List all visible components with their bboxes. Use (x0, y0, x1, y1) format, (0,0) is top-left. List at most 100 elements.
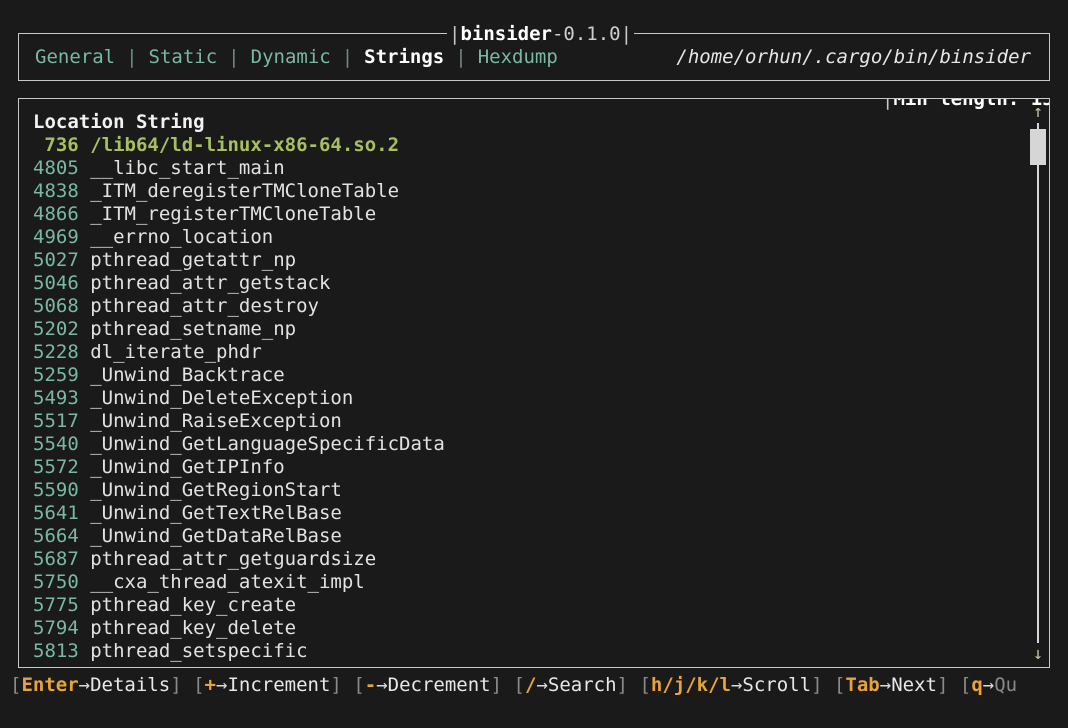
key-hint-qu[interactable]: [q→Qu (960, 674, 1017, 696)
table-row[interactable]: 5794 pthread_key_delete (33, 617, 1049, 640)
hint-label: Search (547, 674, 617, 696)
table-row[interactable]: 5590 _Unwind_GetRegionStart (33, 479, 1049, 502)
hint-label: Next (891, 674, 937, 696)
row-location: 5068 (33, 295, 79, 317)
hint-bracket-close: ] (936, 674, 949, 696)
table-row[interactable]: 4969 __errno_location (33, 226, 1049, 249)
hint-gap (948, 674, 959, 696)
hint-bracket-close: ] (170, 674, 182, 696)
row-string: pthread_attr_getguardsize (90, 548, 377, 570)
hint-gap (502, 674, 513, 696)
row-string: _ITM_registerTMCloneTable (90, 203, 377, 225)
row-string: _Unwind_GetTextRelBase (90, 502, 342, 524)
row-location: 4969 (33, 226, 79, 248)
hint-label: Scroll (742, 674, 812, 696)
hint-gap (823, 674, 834, 696)
row-string: __libc_start_main (90, 157, 285, 179)
hint-label: Decrement (387, 674, 491, 696)
row-string: pthread_attr_getstack (90, 272, 331, 294)
table-row[interactable]: 5687 pthread_attr_getguardsize (33, 548, 1049, 571)
scroll-up-arrow-icon[interactable]: ↑ (1033, 103, 1043, 121)
hint-bracket-close: ] (490, 674, 503, 696)
table-row[interactable]: 4838 _ITM_deregisterTMCloneTable (33, 180, 1049, 203)
table-row[interactable]: 5641 _Unwind_GetTextRelBase (33, 502, 1049, 525)
row-string: /lib64/ld-linux-x86-64.so.2 (90, 134, 400, 156)
hint-arrow-icon: → (216, 674, 228, 696)
row-location: 5687 (33, 548, 79, 570)
hint-bracket-open: [ (513, 674, 525, 696)
hint-label: Increment (227, 674, 331, 696)
tab-hexdump[interactable]: Hexdump (476, 46, 560, 68)
min-length-value: Min length: 15 (893, 98, 1050, 110)
row-string: _Unwind_DeleteException (90, 387, 354, 409)
table-row[interactable]: 5517 _Unwind_RaiseException (33, 410, 1049, 433)
hint-gap (182, 674, 193, 696)
hint-key: Tab (845, 674, 880, 696)
hint-arrow-icon: → (730, 674, 743, 696)
key-hint-details[interactable]: [Enter→Details] (10, 674, 182, 696)
row-location: 5664 (33, 525, 79, 547)
table-row[interactable]: 5228 dl_iterate_phdr (33, 341, 1049, 364)
table-row[interactable]: 5027 pthread_getattr_np (33, 249, 1049, 272)
table-row[interactable]: 5493 _Unwind_DeleteException (33, 387, 1049, 410)
table-row[interactable]: 5813 pthread_setspecific (33, 640, 1049, 663)
table-row[interactable]: 5750 __cxa_thread_atexit_impl (33, 571, 1049, 594)
row-string: pthread_key_create (90, 594, 297, 616)
row-location: 5813 (33, 640, 79, 662)
table-row[interactable]: 5775 pthread_key_create (33, 594, 1049, 617)
tab-separator: | (455, 46, 467, 68)
hint-bracket-open: [ (193, 674, 205, 696)
table-row[interactable]: 5202 pthread_setname_np (33, 318, 1049, 341)
table-row[interactable]: 4866 _ITM_registerTMCloneTable (33, 203, 1049, 226)
tab-dynamic[interactable]: Dynamic (249, 46, 333, 68)
table-row[interactable]: 5540 _Unwind_GetLanguageSpecificData (33, 433, 1049, 456)
scroll-down-arrow-icon[interactable]: ↓ (1033, 645, 1043, 663)
min-length-badge[interactable]: |Min length: 15| (881, 98, 1050, 111)
row-string: _Unwind_GetRegionStart (90, 479, 342, 501)
tab-static[interactable]: Static (147, 46, 220, 68)
table-row[interactable]: 5664 _Unwind_GetDataRelBase (33, 525, 1049, 548)
scrollbar[interactable]: ↑ ↓ (1030, 103, 1046, 663)
hint-arrow-icon: → (78, 674, 91, 696)
table-row[interactable]: 5259 _Unwind_Backtrace (33, 364, 1049, 387)
table-row[interactable]: 5046 pthread_attr_getstack (33, 272, 1049, 295)
hint-key: - (364, 674, 377, 696)
row-string: dl_iterate_phdr (90, 341, 262, 363)
row-location: 5046 (33, 272, 79, 294)
hint-gap (628, 674, 639, 696)
strings-panel: |Min length: 15| Location String 736 /li… (18, 98, 1050, 668)
key-hint-next[interactable]: [Tab→Next] (834, 674, 948, 696)
key-hint-scroll[interactable]: [h/j/k/l→Scroll] (639, 674, 822, 696)
scrollbar-track[interactable] (1030, 123, 1046, 643)
row-string: _Unwind_GetDataRelBase (90, 525, 342, 547)
hint-key: Enter (21, 674, 79, 696)
row-location: 5517 (33, 410, 79, 432)
row-location: 5027 (33, 249, 79, 271)
table-row[interactable]: 5572 _Unwind_GetIPInfo (33, 456, 1049, 479)
row-location: 5572 (33, 456, 79, 478)
table-row[interactable]: 5068 pthread_attr_destroy (33, 295, 1049, 318)
hint-bracket-close: ] (616, 674, 628, 696)
key-hint-decrement[interactable]: [-→Decrement] (353, 674, 502, 696)
row-location: 4866 (33, 203, 79, 225)
scrollbar-thumb[interactable] (1030, 129, 1046, 165)
hint-key: h/j/k/l (650, 674, 731, 696)
key-hint-search[interactable]: [/→Search] (514, 674, 628, 696)
tab-separator: | (228, 46, 240, 68)
hint-key: + (204, 674, 216, 696)
table-row[interactable]: 736 /lib64/ld-linux-x86-64.so.2 (33, 134, 1049, 157)
row-string: _Unwind_GetIPInfo (90, 456, 285, 478)
strings-list-wrapper[interactable]: Location String 736 /lib64/ld-linux-x86-… (19, 99, 1049, 667)
row-string: _Unwind_RaiseException (90, 410, 342, 432)
tab-strings[interactable]: Strings (362, 46, 446, 68)
hint-bracket-close: ] (811, 674, 823, 696)
row-location: 5750 (33, 571, 79, 593)
key-hint-increment[interactable]: [+→Increment] (193, 674, 342, 696)
row-location: 736 (44, 134, 79, 156)
row-location: 5641 (33, 502, 79, 524)
hint-arrow-icon: → (879, 674, 892, 696)
row-location: 5590 (33, 479, 79, 501)
hint-bracket-open: [ (639, 674, 651, 696)
tab-general[interactable]: General (33, 46, 117, 68)
table-row[interactable]: 4805 __libc_start_main (33, 157, 1049, 180)
